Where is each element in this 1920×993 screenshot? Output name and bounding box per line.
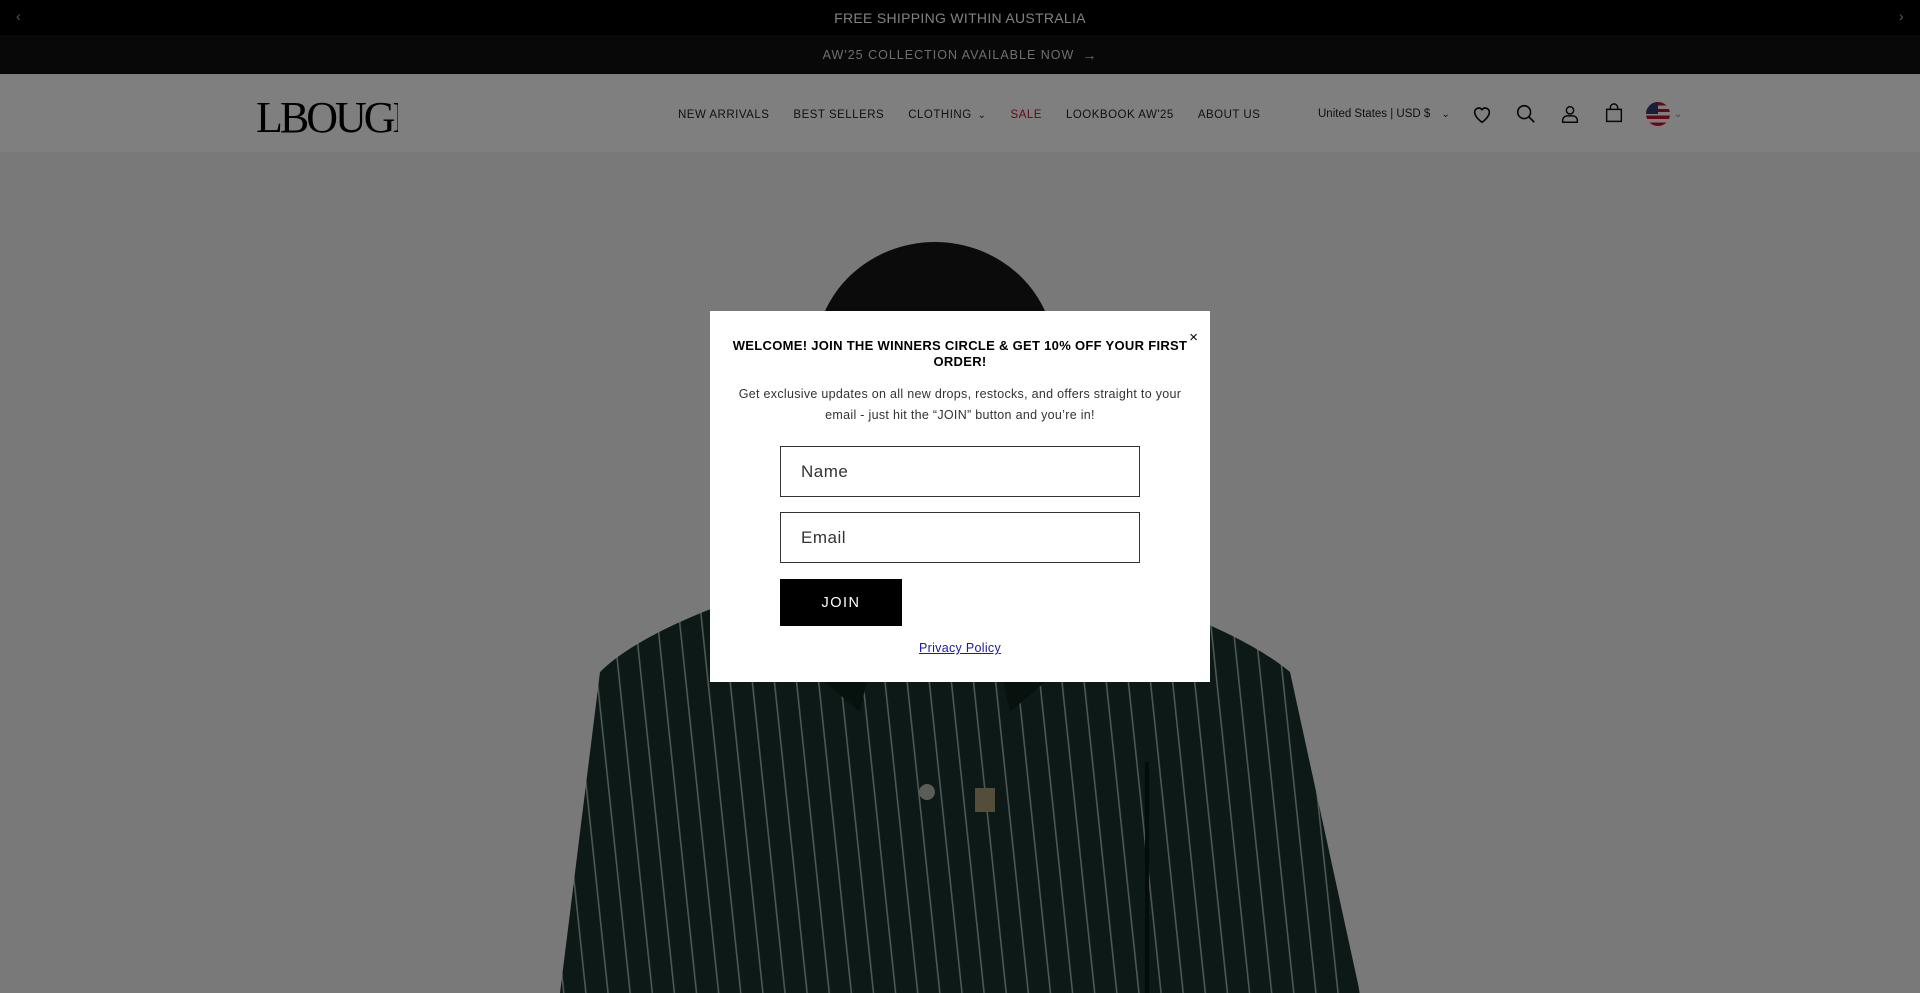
close-icon[interactable]: ×	[1189, 329, 1198, 346]
newsletter-modal: × WELCOME! JOIN THE WINNERS CIRCLE & GET…	[710, 311, 1210, 682]
modal-title: WELCOME! JOIN THE WINNERS CIRCLE & GET 1…	[732, 338, 1188, 369]
join-button[interactable]: JOIN	[780, 579, 902, 626]
modal-description: Get exclusive updates on all new drops, …	[738, 387, 1182, 422]
name-field[interactable]	[780, 446, 1140, 497]
privacy-policy-link[interactable]: Privacy Policy	[710, 641, 1210, 655]
email-field[interactable]	[780, 512, 1140, 563]
